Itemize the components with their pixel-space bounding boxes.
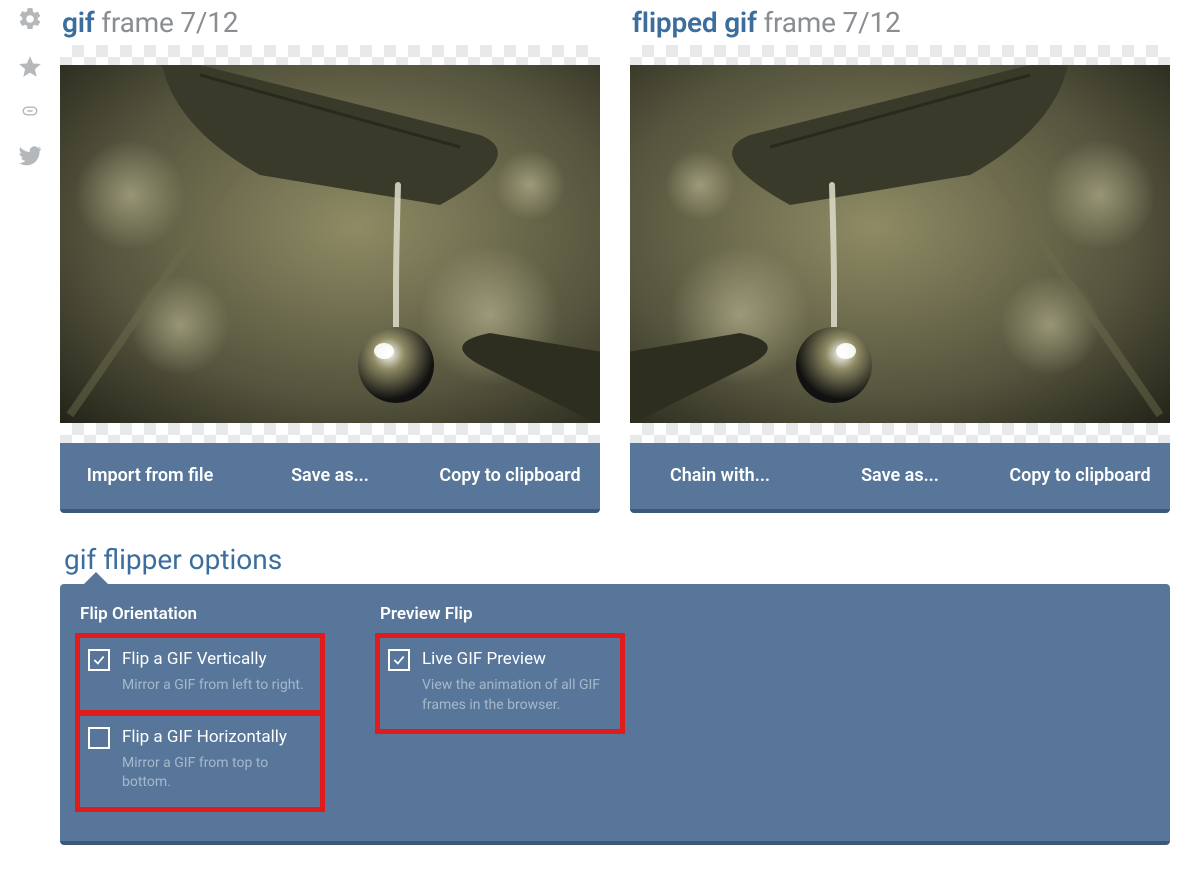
result-image[interactable] xyxy=(630,65,1170,423)
flip-vertically-option[interactable]: Flip a GIF Vertically Mirror a GIF from … xyxy=(80,638,320,710)
flip-vertically-label: Flip a GIF Vertically xyxy=(122,648,312,670)
live-preview-label: Live GIF Preview xyxy=(422,648,612,670)
flip-orientation-heading: Flip Orientation xyxy=(80,604,320,624)
source-panel-title: gif frame 7/12 xyxy=(60,0,600,45)
copy-clipboard-button[interactable]: Copy to clipboard xyxy=(990,443,1170,509)
options-panel: Flip Orientation Flip a GIF Vertically M… xyxy=(60,584,1170,845)
flip-horizontally-checkbox[interactable] xyxy=(88,727,110,749)
gear-icon[interactable] xyxy=(17,6,43,36)
flip-orientation-column: Flip Orientation Flip a GIF Vertically M… xyxy=(80,604,320,813)
side-toolbar xyxy=(0,0,60,845)
source-title-accent: gif xyxy=(62,6,95,39)
result-title-accent: flipped gif xyxy=(632,6,757,39)
save-as-button[interactable]: Save as... xyxy=(810,443,990,509)
flip-horizontally-desc: Mirror a GIF from top to bottom. xyxy=(122,754,312,793)
preview-flip-heading: Preview Flip xyxy=(380,604,620,624)
flip-vertically-desc: Mirror a GIF from left to right. xyxy=(122,676,312,696)
source-image[interactable] xyxy=(60,65,600,423)
live-preview-option[interactable]: Live GIF Preview View the animation of a… xyxy=(380,638,620,729)
result-title-suffix: frame 7/12 xyxy=(757,6,901,39)
source-panel: gif frame 7/12 xyxy=(60,0,600,513)
source-title-suffix: frame 7/12 xyxy=(95,6,239,39)
result-panel-title: flipped gif frame 7/12 xyxy=(630,0,1170,45)
result-panel: flipped gif frame 7/12 xyxy=(630,0,1170,513)
source-button-bar: Import from file Save as... Copy to clip… xyxy=(60,443,600,513)
flip-horizontally-option[interactable]: Flip a GIF Horizontally Mirror a GIF fro… xyxy=(80,716,320,807)
transparency-strip-top xyxy=(630,45,1170,65)
import-button[interactable]: Import from file xyxy=(60,443,240,509)
flip-vertically-checkbox[interactable] xyxy=(88,649,110,671)
link-icon[interactable] xyxy=(17,102,43,124)
chain-with-button[interactable]: Chain with... xyxy=(630,443,810,509)
transparency-strip-bottom xyxy=(630,423,1170,443)
save-as-button[interactable]: Save as... xyxy=(240,443,420,509)
transparency-strip-bottom xyxy=(60,423,600,443)
result-button-bar: Chain with... Save as... Copy to clipboa… xyxy=(630,443,1170,513)
flip-horizontally-label: Flip a GIF Horizontally xyxy=(122,726,312,748)
transparency-strip-top xyxy=(60,45,600,65)
twitter-icon[interactable] xyxy=(17,142,43,172)
options-title: gif flipper options xyxy=(60,543,1170,584)
preview-flip-column: Preview Flip Live GIF Preview View the a… xyxy=(380,604,620,735)
live-preview-desc: View the animation of all GIF frames in … xyxy=(422,676,612,715)
copy-clipboard-button[interactable]: Copy to clipboard xyxy=(420,443,600,509)
star-icon[interactable] xyxy=(17,54,43,84)
live-preview-checkbox[interactable] xyxy=(388,649,410,671)
